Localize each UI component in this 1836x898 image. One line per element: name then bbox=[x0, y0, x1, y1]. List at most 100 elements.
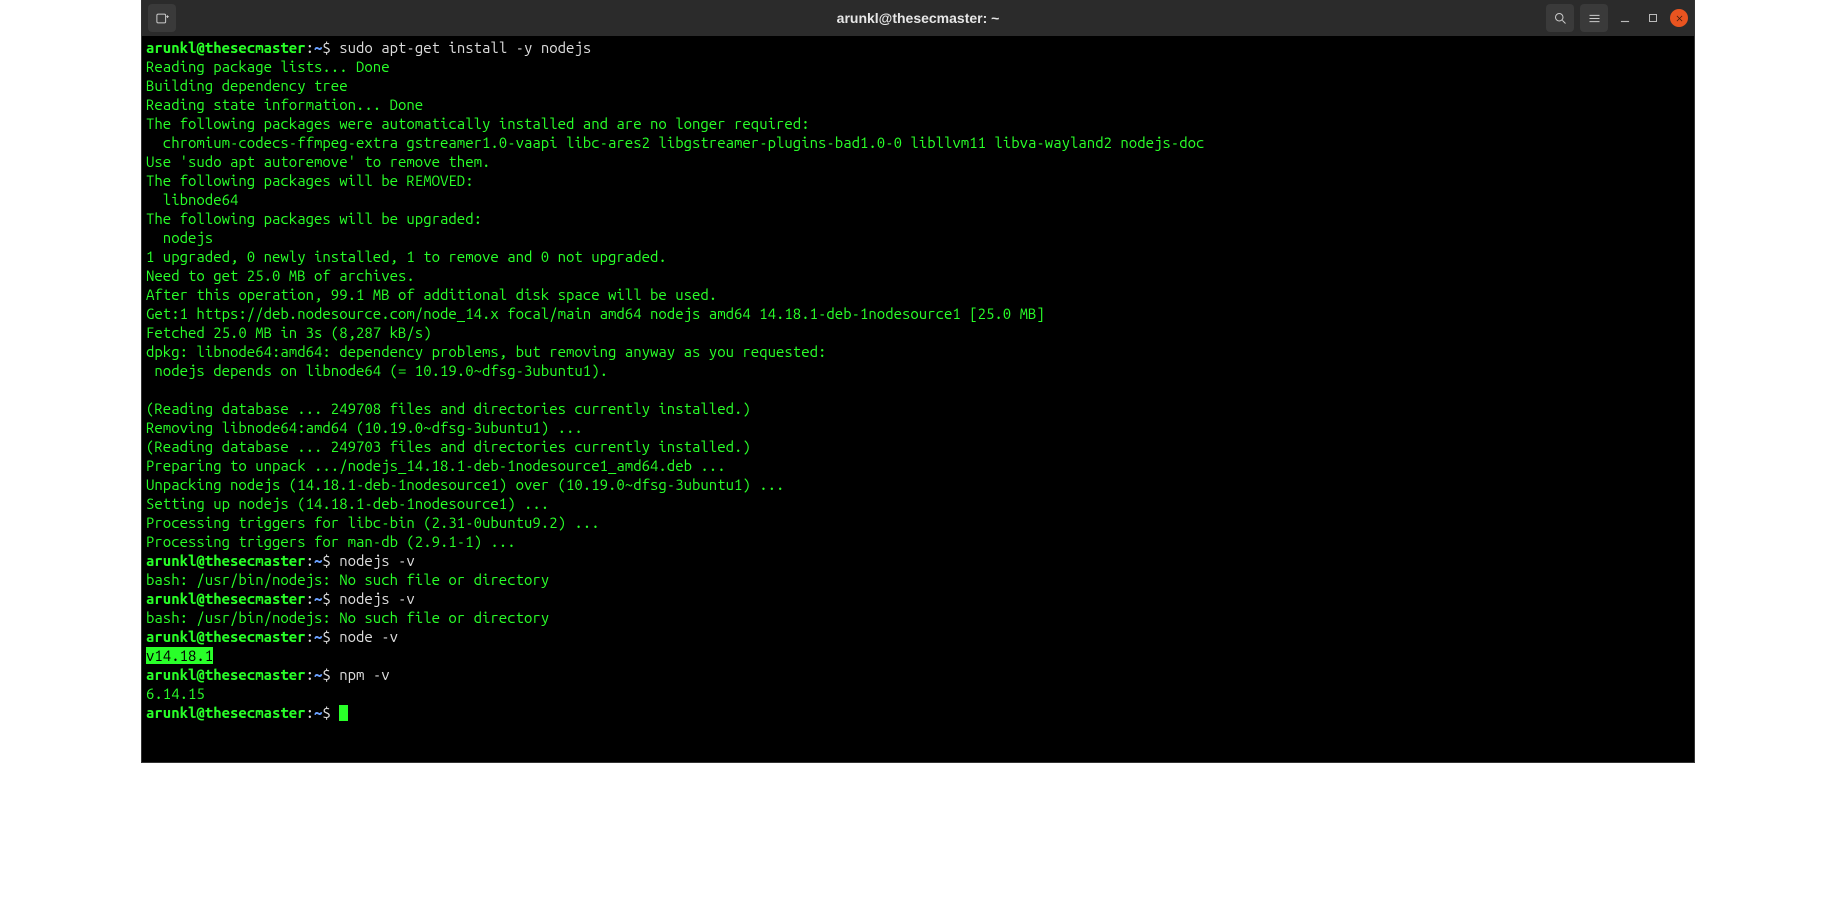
terminal-line: The following packages will be upgraded: bbox=[146, 209, 1690, 228]
output-text: Reading package lists... Done bbox=[146, 58, 390, 75]
terminal-line: Setting up nodejs (14.18.1-deb-1nodesour… bbox=[146, 494, 1690, 513]
window-title: arunkl@thesecmaster: ~ bbox=[142, 10, 1694, 26]
output-text: Removing libnode64:amd64 (10.19.0~dfsg-3… bbox=[146, 419, 583, 436]
terminal-line: (Reading database ... 249708 files and d… bbox=[146, 399, 1690, 418]
prompt-userhost: arunkl@thesecmaster bbox=[146, 552, 306, 569]
terminal-line: Unpacking nodejs (14.18.1-deb-1nodesourc… bbox=[146, 475, 1690, 494]
output-text: (Reading database ... 249703 files and d… bbox=[146, 438, 751, 455]
terminal-line: bash: /usr/bin/nodejs: No such file or d… bbox=[146, 570, 1690, 589]
output-text: bash: /usr/bin/nodejs: No such file or d… bbox=[146, 609, 549, 626]
output-text: chromium-codecs-ffmpeg-extra gstreamer1.… bbox=[146, 134, 1204, 151]
output-text: nodejs depends on libnode64 (= 10.19.0~d… bbox=[146, 362, 608, 379]
prompt-userhost: arunkl@thesecmaster bbox=[146, 628, 306, 645]
output-text: dpkg: libnode64:amd64: dependency proble… bbox=[146, 343, 826, 360]
terminal-line: Get:1 https://deb.nodesource.com/node_14… bbox=[146, 304, 1690, 323]
output-text: Setting up nodejs (14.18.1-deb-1nodesour… bbox=[146, 495, 549, 512]
maximize-button[interactable] bbox=[1642, 7, 1664, 29]
terminal-line: arunkl@thesecmaster:~$ nodejs -v bbox=[146, 589, 1690, 608]
output-text: 6.14.15 bbox=[146, 685, 205, 702]
output-text bbox=[146, 381, 154, 398]
output-text: The following packages will be REMOVED: bbox=[146, 172, 474, 189]
prompt-sigil: $ bbox=[322, 666, 339, 683]
terminal-line: nodejs depends on libnode64 (= 10.19.0~d… bbox=[146, 361, 1690, 380]
output-text: Need to get 25.0 MB of archives. bbox=[146, 267, 415, 284]
output-text: 1 upgraded, 0 newly installed, 1 to remo… bbox=[146, 248, 667, 265]
terminal-line: Building dependency tree bbox=[146, 76, 1690, 95]
cursor bbox=[339, 705, 348, 721]
output-text: The following packages will be upgraded: bbox=[146, 210, 482, 227]
highlighted-output: v14.18.1 bbox=[146, 647, 213, 664]
command-text: node -v bbox=[339, 628, 398, 645]
terminal-line: arunkl@thesecmaster:~$ node -v bbox=[146, 627, 1690, 646]
terminal-line: Reading state information... Done bbox=[146, 95, 1690, 114]
terminal-line: Processing triggers for man-db (2.9.1-1)… bbox=[146, 532, 1690, 551]
new-tab-button[interactable] bbox=[148, 4, 176, 32]
output-text: Get:1 https://deb.nodesource.com/node_14… bbox=[146, 305, 1045, 322]
output-text: Building dependency tree bbox=[146, 77, 348, 94]
terminal-line: arunkl@thesecmaster:~$ sudo apt-get inst… bbox=[146, 38, 1690, 57]
prompt-sigil: $ bbox=[322, 590, 339, 607]
close-button[interactable] bbox=[1670, 9, 1688, 27]
terminal-line: 6.14.15 bbox=[146, 684, 1690, 703]
hamburger-icon bbox=[1587, 11, 1602, 26]
terminal-body[interactable]: arunkl@thesecmaster:~$ sudo apt-get inst… bbox=[142, 36, 1694, 762]
prompt-userhost: arunkl@thesecmaster bbox=[146, 39, 306, 56]
output-text: libnode64 bbox=[146, 191, 238, 208]
output-text: (Reading database ... 249708 files and d… bbox=[146, 400, 751, 417]
prompt-userhost: arunkl@thesecmaster bbox=[146, 666, 306, 683]
terminal-line: The following packages will be REMOVED: bbox=[146, 171, 1690, 190]
command-text: nodejs -v bbox=[339, 590, 415, 607]
output-text: Fetched 25.0 MB in 3s (8,287 kB/s) bbox=[146, 324, 432, 341]
search-icon bbox=[1553, 11, 1568, 26]
terminal-line: The following packages were automaticall… bbox=[146, 114, 1690, 133]
search-button[interactable] bbox=[1546, 4, 1574, 32]
command-text: npm -v bbox=[339, 666, 389, 683]
output-text: nodejs bbox=[146, 229, 213, 246]
terminal-line: dpkg: libnode64:amd64: dependency proble… bbox=[146, 342, 1690, 361]
output-text: Processing triggers for man-db (2.9.1-1)… bbox=[146, 533, 516, 550]
prompt-sep: : bbox=[306, 666, 314, 683]
terminal-line: arunkl@thesecmaster:~$ npm -v bbox=[146, 665, 1690, 684]
prompt-sep: : bbox=[306, 628, 314, 645]
terminal-line: nodejs bbox=[146, 228, 1690, 247]
terminal-line: arunkl@thesecmaster:~$ nodejs -v bbox=[146, 551, 1690, 570]
titlebar: arunkl@thesecmaster: ~ bbox=[142, 0, 1694, 36]
prompt-sep: : bbox=[306, 552, 314, 569]
terminal-line: After this operation, 99.1 MB of additio… bbox=[146, 285, 1690, 304]
terminal-line: Processing triggers for libc-bin (2.31-0… bbox=[146, 513, 1690, 532]
terminal-line: arunkl@thesecmaster:~$ bbox=[146, 703, 1690, 722]
terminal-line: 1 upgraded, 0 newly installed, 1 to remo… bbox=[146, 247, 1690, 266]
output-text: Preparing to unpack .../nodejs_14.18.1-d… bbox=[146, 457, 726, 474]
prompt-sigil: $ bbox=[322, 704, 339, 721]
output-text: Processing triggers for libc-bin (2.31-0… bbox=[146, 514, 600, 531]
prompt-userhost: arunkl@thesecmaster bbox=[146, 704, 306, 721]
command-text: sudo apt-get install -y nodejs bbox=[339, 39, 591, 56]
output-text: After this operation, 99.1 MB of additio… bbox=[146, 286, 717, 303]
prompt-userhost: arunkl@thesecmaster bbox=[146, 590, 306, 607]
terminal-line: libnode64 bbox=[146, 190, 1690, 209]
terminal-line: Use 'sudo apt autoremove' to remove them… bbox=[146, 152, 1690, 171]
minimize-button[interactable] bbox=[1614, 7, 1636, 29]
prompt-sigil: $ bbox=[322, 39, 339, 56]
output-text: The following packages were automaticall… bbox=[146, 115, 810, 132]
prompt-sep: : bbox=[306, 590, 314, 607]
terminal-line: (Reading database ... 249703 files and d… bbox=[146, 437, 1690, 456]
menu-button[interactable] bbox=[1580, 4, 1608, 32]
prompt-sigil: $ bbox=[322, 628, 339, 645]
terminal-line: Fetched 25.0 MB in 3s (8,287 kB/s) bbox=[146, 323, 1690, 342]
terminal-line: Removing libnode64:amd64 (10.19.0~dfsg-3… bbox=[146, 418, 1690, 437]
terminal-line: v14.18.1 bbox=[146, 646, 1690, 665]
close-icon bbox=[1675, 14, 1684, 23]
terminal-line: Preparing to unpack .../nodejs_14.18.1-d… bbox=[146, 456, 1690, 475]
output-text: bash: /usr/bin/nodejs: No such file or d… bbox=[146, 571, 549, 588]
terminal-line: bash: /usr/bin/nodejs: No such file or d… bbox=[146, 608, 1690, 627]
minimize-icon bbox=[1618, 11, 1632, 25]
prompt-sep: : bbox=[306, 704, 314, 721]
prompt-sigil: $ bbox=[322, 552, 339, 569]
prompt-sep: : bbox=[306, 39, 314, 56]
output-text: Use 'sudo apt autoremove' to remove them… bbox=[146, 153, 490, 170]
new-tab-icon bbox=[155, 11, 170, 26]
command-text: nodejs -v bbox=[339, 552, 415, 569]
terminal-line: chromium-codecs-ffmpeg-extra gstreamer1.… bbox=[146, 133, 1690, 152]
terminal-window: arunkl@thesecmaster: ~ bbox=[142, 0, 1694, 762]
